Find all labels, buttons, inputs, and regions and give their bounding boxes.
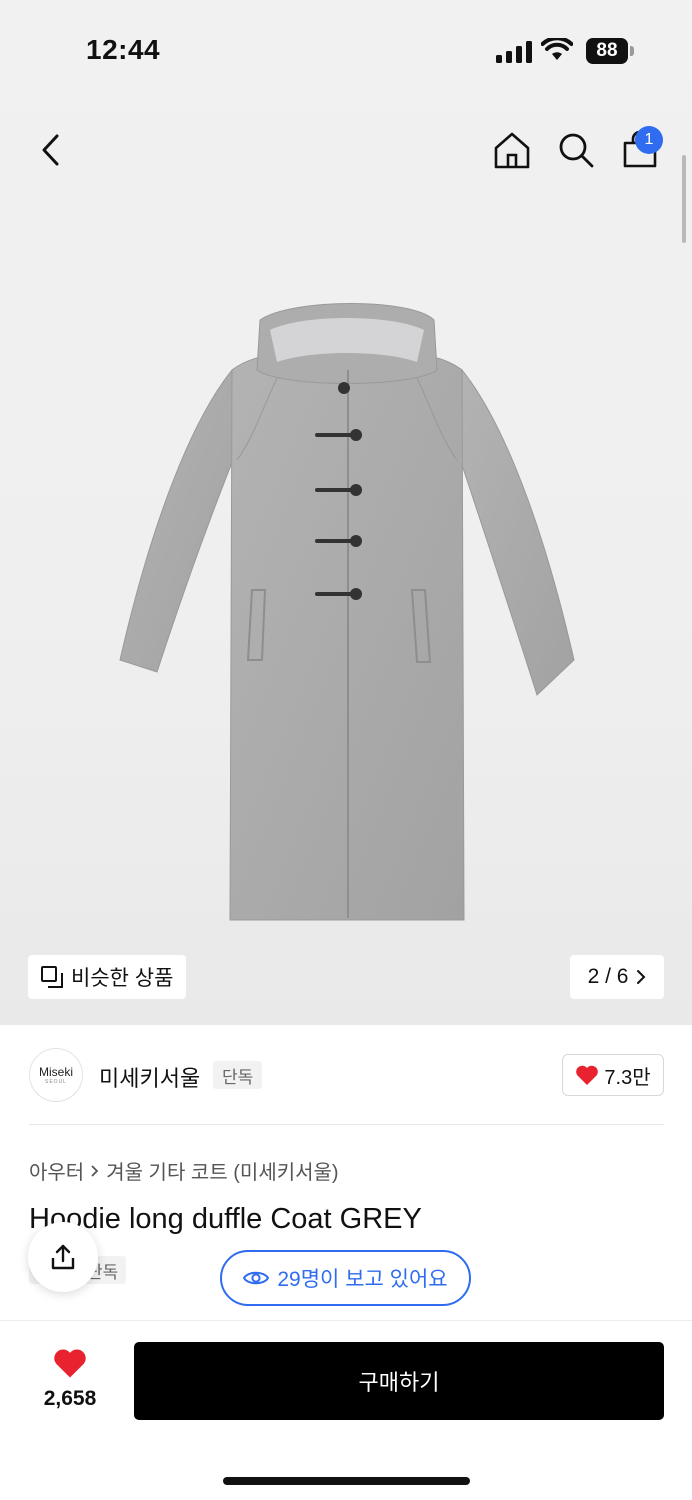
brand-logo-text: Miseki bbox=[38, 1065, 73, 1079]
similar-products-button[interactable]: 비슷한 상품 bbox=[28, 955, 186, 999]
product-image[interactable] bbox=[112, 300, 582, 925]
chevron-right-icon bbox=[91, 1164, 99, 1177]
battery-tip bbox=[630, 46, 634, 56]
battery-icon: 88 bbox=[586, 38, 628, 64]
status-bar: 12:44 88 bbox=[0, 0, 692, 100]
cart-count-badge: 1 bbox=[635, 126, 663, 154]
breadcrumb: 아우터 겨울 기타 코트 (미세키서울) bbox=[29, 1156, 339, 1185]
share-icon bbox=[51, 1244, 75, 1270]
brand-like-button[interactable]: 7.3만 bbox=[562, 1054, 664, 1096]
home-button[interactable] bbox=[492, 130, 532, 170]
share-button[interactable] bbox=[28, 1222, 98, 1292]
exclusive-badge: 단독 bbox=[213, 1061, 263, 1089]
buy-button[interactable]: 구매하기 bbox=[134, 1342, 664, 1420]
eye-icon bbox=[243, 1271, 270, 1285]
breadcrumb-item[interactable]: 겨울 기타 코트 (미세키서울) bbox=[106, 1156, 338, 1185]
brand-row[interactable]: Miseki SEOUL 미세키서울 단독 7.3만 bbox=[0, 1025, 692, 1125]
wishlist-count: 2,658 bbox=[43, 1387, 97, 1410]
page-indicator: 2 / 6 bbox=[587, 965, 629, 988]
product-hero[interactable]: 12:44 88 1 비슷한 상품 2 / 6 bbox=[0, 0, 692, 1025]
heart-icon bbox=[54, 1349, 86, 1378]
brand-name[interactable]: 미세키서울 bbox=[99, 1061, 200, 1093]
product-title: Hoodie long duffle Coat GREY bbox=[29, 1203, 422, 1235]
chevron-right-icon bbox=[637, 970, 646, 984]
chevron-left-icon bbox=[42, 134, 59, 166]
search-icon bbox=[559, 133, 594, 168]
home-indicator[interactable] bbox=[223, 1477, 470, 1485]
divider bbox=[29, 1124, 664, 1125]
wishlist-button[interactable]: 2,658 bbox=[34, 1347, 106, 1411]
heart-icon bbox=[576, 1065, 599, 1085]
brand-logo-subtext: SEOUL bbox=[45, 1079, 67, 1085]
viewers-text: 29명이 보고 있어요 bbox=[277, 1268, 448, 1291]
status-time: 12:44 bbox=[86, 34, 161, 65]
scrollbar[interactable] bbox=[682, 155, 686, 243]
copy-icon bbox=[41, 966, 63, 988]
breadcrumb-item[interactable]: 아우터 bbox=[29, 1156, 84, 1185]
search-button[interactable] bbox=[556, 130, 596, 170]
home-icon bbox=[494, 132, 530, 169]
back-button[interactable] bbox=[30, 130, 70, 170]
brand-logo[interactable]: Miseki SEOUL bbox=[29, 1048, 83, 1102]
viewers-count-pill: 29명이 보고 있어요 bbox=[220, 1250, 471, 1306]
wifi-icon bbox=[541, 38, 573, 60]
brand-like-count: 7.3만 bbox=[604, 1066, 651, 1089]
bottom-action-bar: 2,658 구매하기 bbox=[0, 1320, 692, 1500]
cellular-signal-icon bbox=[496, 41, 532, 63]
similar-products-label: 비슷한 상품 bbox=[71, 967, 174, 990]
gallery-pager[interactable]: 2 / 6 bbox=[570, 955, 664, 999]
